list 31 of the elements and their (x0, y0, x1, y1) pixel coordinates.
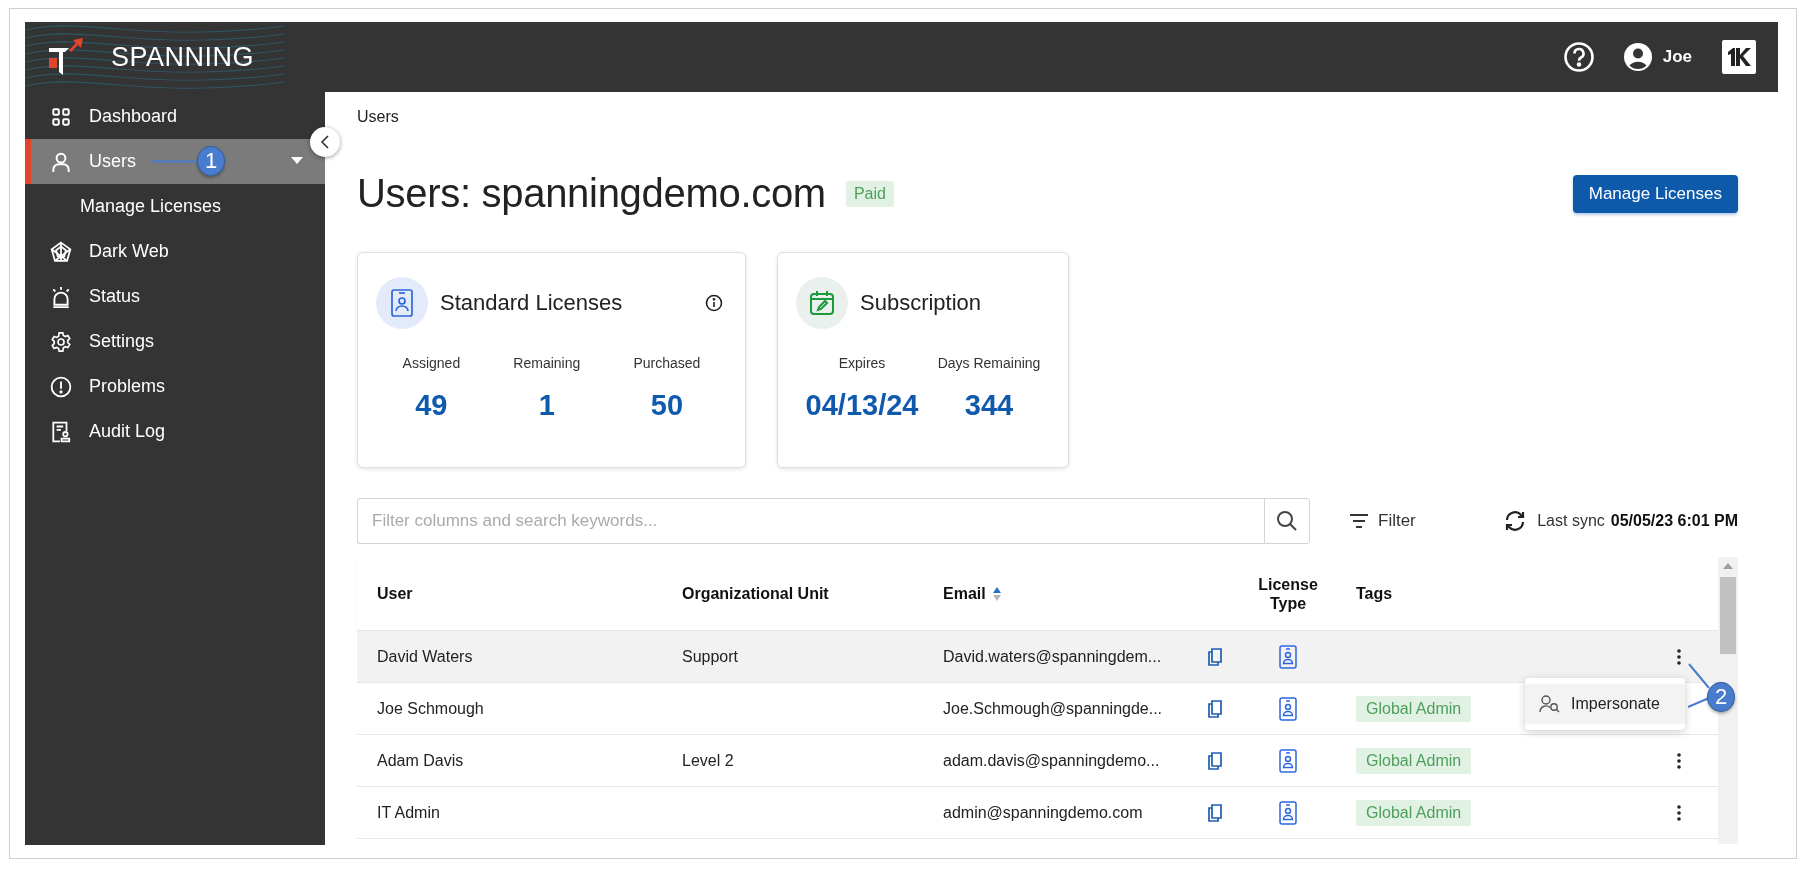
stat-value: 1 (538, 389, 555, 422)
stat-label: Days Remaining (937, 355, 1041, 371)
stat-label: Expires (838, 355, 886, 371)
stat-value: 344 (964, 389, 1014, 422)
table-cell-text: Level 2 (681, 751, 735, 770)
tag: Global Admin (1356, 747, 1472, 774)
card-title: Standard Licenses (440, 290, 623, 316)
table-cell-text: David.waters@spanningdem... (942, 647, 1163, 666)
stat-label: Remaining (513, 355, 581, 371)
logo-text: SPANNING (111, 41, 255, 73)
card-title: Subscription (860, 290, 982, 316)
last-sync-label: Last sync (1537, 512, 1605, 530)
last-sync-time: 05/05/23 6:01 PM (1610, 512, 1738, 530)
stat-value: 49 (415, 389, 448, 422)
table-cell-text: David Waters (376, 647, 474, 666)
tag: Global Admin (1356, 695, 1472, 722)
table-cell-text: Joe.Schmough@spanningde... (942, 699, 1164, 718)
status-badge: Paid (845, 180, 894, 207)
stat-value: 50 (650, 389, 684, 422)
stat-label: Purchased (633, 355, 701, 371)
callout-number: 2 (1707, 682, 1735, 712)
table-cell-text: adam.davis@spanningdemo... (942, 751, 1161, 770)
stat-label: Assigned (402, 355, 461, 371)
table-cell-text: admin@spanningdemo.com (942, 803, 1144, 822)
page-title: Users: spanningdemo.com (357, 171, 826, 216)
table-cell-text: Adam Davis (376, 751, 465, 770)
table-cell-text: Support (681, 647, 740, 666)
table-cell-text: Joe Schmough (376, 699, 485, 718)
table-cell-text: IT Admin (376, 803, 441, 822)
stat-value: 04/13/24 (805, 389, 919, 422)
tag: Global Admin (1356, 799, 1472, 826)
